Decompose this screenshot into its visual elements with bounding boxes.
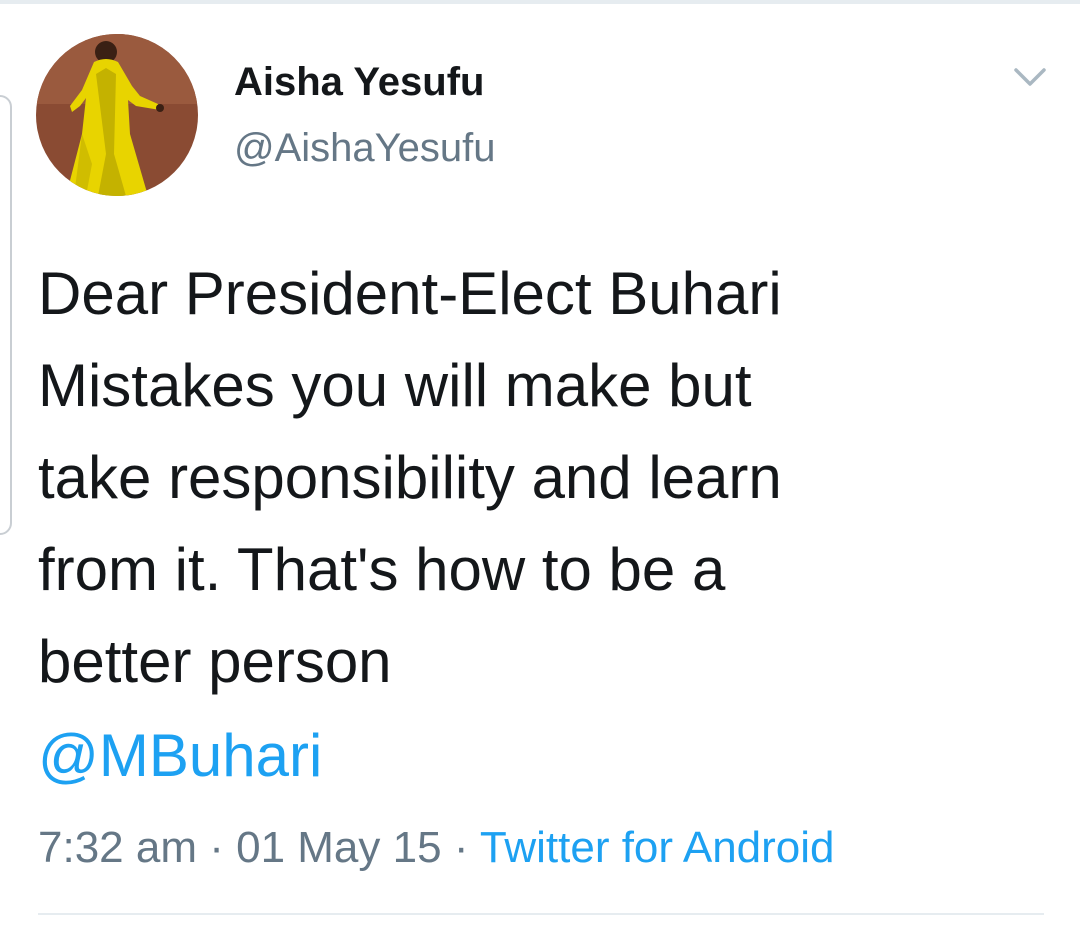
- chevron-down-icon[interactable]: [1010, 62, 1050, 92]
- tweet-text: Dear President-Elect Buhari Mistakes you…: [38, 248, 1048, 708]
- tweet-meta: 7:32 am · 01 May 15 · Twitter for Androi…: [38, 820, 835, 876]
- mention-link[interactable]: @MBuhari: [38, 710, 322, 802]
- avatar[interactable]: [36, 34, 198, 196]
- meta-separator: ·: [453, 823, 469, 872]
- tweet-text-line: Dear President-Elect Buhari: [38, 260, 782, 327]
- side-panel-edge[interactable]: [0, 95, 12, 535]
- tweet-text-line: from it. That's how to be a: [38, 536, 726, 603]
- tweet-text-line: better person: [38, 628, 392, 695]
- tweet-source-link[interactable]: Twitter for Android: [480, 823, 835, 872]
- avatar-photo: [36, 34, 198, 196]
- author-handle[interactable]: @AishaYesufu: [234, 126, 496, 170]
- tweet-time[interactable]: 7:32 am: [38, 823, 197, 872]
- tweet-text-line: Mistakes you will make but: [38, 352, 752, 419]
- author-display-name[interactable]: Aisha Yesufu: [234, 60, 484, 104]
- bottom-divider: [38, 913, 1044, 915]
- tweet-text-line: take responsibility and learn: [38, 444, 782, 511]
- tweet-date[interactable]: 01 May 15: [236, 823, 441, 872]
- top-divider: [0, 0, 1080, 4]
- meta-separator: ·: [209, 823, 224, 872]
